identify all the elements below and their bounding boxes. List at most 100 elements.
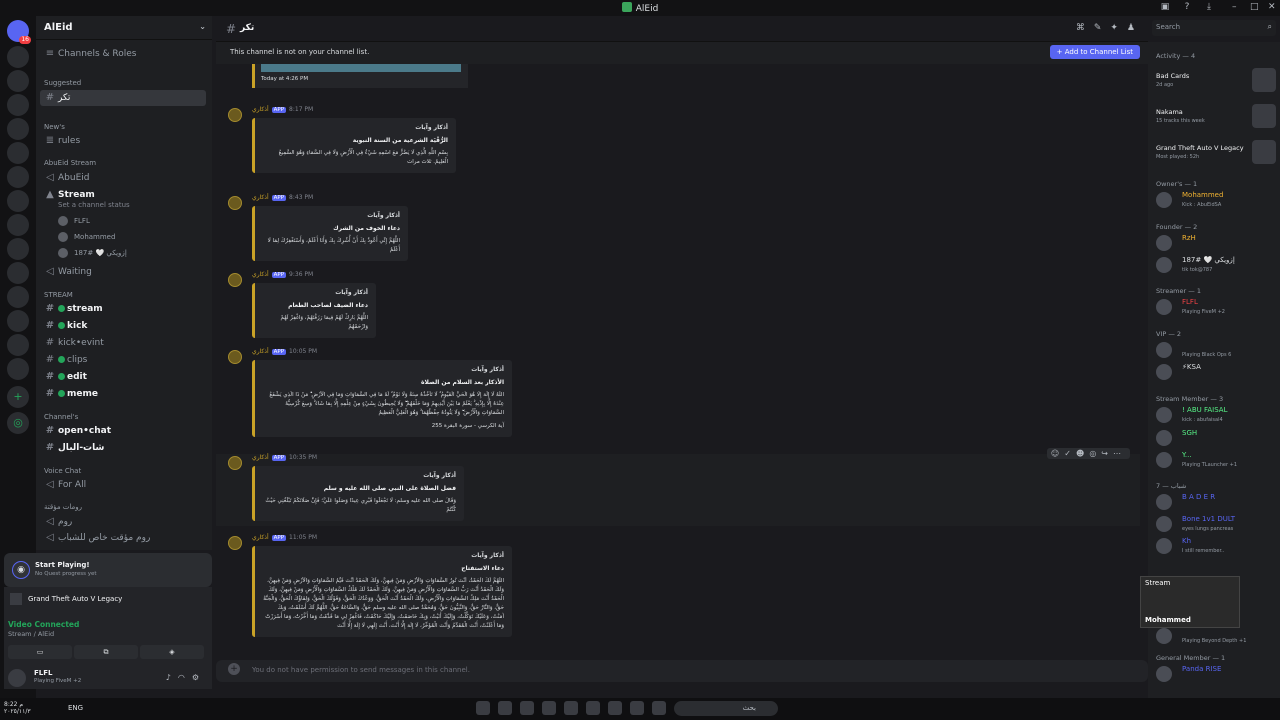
server-icon[interactable]: [7, 214, 29, 236]
server-icon[interactable]: [7, 190, 29, 212]
channel-clips[interactable]: # clips: [40, 352, 206, 368]
category-stream[interactable]: STREAM: [44, 291, 73, 299]
voice-channel-path[interactable]: Stream / AlEid: [8, 630, 54, 638]
channel-status[interactable]: Set a channel status: [58, 201, 130, 209]
member[interactable]: Kh I still remember..: [1156, 536, 1278, 558]
activity-card[interactable]: Bad Cards 2d ago: [1156, 68, 1276, 94]
channel-kick[interactable]: # kick: [40, 318, 206, 334]
member[interactable]: Bone 1v1 DULT eyes lungs pancreas: [1156, 514, 1278, 536]
add-to-channel-list-button[interactable]: + Add to Channel List: [1049, 45, 1140, 59]
server-icon[interactable]: [7, 262, 29, 284]
direct-messages-icon[interactable]: 16: [7, 20, 31, 44]
member[interactable]: Mohammed Kick : AbuEidSA: [1156, 190, 1278, 212]
member[interactable]: SGH: [1156, 428, 1278, 450]
channel-kick-evint[interactable]: # kick•evint: [40, 335, 206, 351]
server-icon[interactable]: [7, 46, 29, 68]
minimize-icon[interactable]: –: [1232, 2, 1237, 12]
threads-icon[interactable]: ⌘: [1076, 23, 1094, 33]
message[interactable]: أذكاري APP 10:05 PM أذكار وآيات الأذكار بع…: [216, 348, 1140, 448]
author-name[interactable]: أذكاري: [252, 106, 269, 113]
app-icon[interactable]: [520, 701, 534, 715]
server-icon[interactable]: [7, 286, 29, 308]
camera-button[interactable]: ▭: [8, 645, 72, 659]
language-indicator[interactable]: ENG: [68, 704, 83, 712]
screen-share-button[interactable]: ⧉: [74, 645, 138, 659]
channel-stream-text[interactable]: # stream: [40, 301, 206, 317]
voice-user[interactable]: FLFL: [58, 214, 90, 228]
author-name[interactable]: أذكاري: [252, 534, 269, 541]
add-reaction-icon[interactable]: ◎: [1089, 449, 1101, 458]
server-icon[interactable]: [7, 238, 29, 260]
app-icon[interactable]: [586, 701, 600, 715]
server-icon[interactable]: [7, 166, 29, 188]
search-input[interactable]: Search ⌕: [1152, 20, 1276, 36]
app-icon[interactable]: [564, 701, 578, 715]
server-icon[interactable]: [7, 358, 29, 380]
channel-temp-room[interactable]: ◁ روم: [40, 514, 206, 530]
emoji-icon[interactable]: ☺: [1051, 449, 1064, 458]
headset-icon[interactable]: ◠: [178, 673, 192, 682]
channel-suggested[interactable]: # تكر: [40, 90, 206, 106]
channel-open-chat[interactable]: # open•chat: [40, 423, 206, 439]
category-abueid-stream[interactable]: AbuEid Stream: [44, 159, 96, 167]
channel-meme[interactable]: # meme: [40, 386, 206, 402]
forward-icon[interactable]: ↪: [1101, 449, 1113, 458]
server-icon[interactable]: [7, 94, 29, 116]
pin-icon[interactable]: ✦: [1110, 23, 1127, 33]
gear-icon[interactable]: ⚙: [192, 673, 206, 682]
close-icon[interactable]: ✕: [1268, 2, 1276, 12]
message[interactable]: أذكاري APP 10:35 PM أذكار وآيات فضل الصلاة…: [216, 448, 1140, 526]
app-icon[interactable]: [652, 701, 666, 715]
author-name[interactable]: أذكاري: [252, 271, 269, 278]
member[interactable]: Y... Playing TLauncher +1: [1156, 450, 1278, 472]
channel-abueid[interactable]: ◁ AbuEid: [40, 170, 206, 186]
member[interactable]: Playing Black Ops 6: [1156, 340, 1278, 362]
member[interactable]: ⚡KSA: [1156, 362, 1278, 384]
taskbar-search[interactable]: بحث: [674, 701, 778, 716]
voice-user[interactable]: Mohammed: [58, 230, 115, 244]
steam-icon[interactable]: [630, 701, 644, 715]
stream-pip[interactable]: Stream Mohammed: [1140, 576, 1240, 628]
member[interactable]: Panda RISE: [1156, 664, 1278, 686]
download-icon[interactable]: ⤓: [1204, 2, 1214, 12]
message[interactable]: أذكاري APP 8:17 PM أذكار وآيات الرُّقْيَة …: [216, 106, 1140, 186]
activity-card[interactable]: Grand Theft Auto V Legacy Most played: 52…: [1156, 140, 1276, 166]
add-server-icon[interactable]: +: [7, 386, 29, 408]
activity-card[interactable]: Nakama 15 tracks this week: [1156, 104, 1276, 130]
reaction-icon[interactable]: ☻: [1076, 449, 1089, 458]
server-icon[interactable]: [7, 118, 29, 140]
activity-button[interactable]: ◈: [140, 645, 204, 659]
author-name[interactable]: أذكاري: [252, 454, 269, 461]
message[interactable]: أذكاري APP 8:43 PM أذكار وآيات دعاء الخوف …: [216, 194, 1140, 264]
member[interactable]: إزويكي 🤍 #187 tik tok@787: [1156, 255, 1278, 277]
server-header[interactable]: AlEid ⌄: [36, 16, 212, 40]
maximize-icon[interactable]: □: [1250, 2, 1259, 12]
category-temp[interactable]: رومات مؤقتة: [44, 503, 82, 511]
chrome-icon[interactable]: [608, 701, 622, 715]
inbox-icon[interactable]: ▣: [1160, 2, 1170, 12]
discover-icon[interactable]: ◎: [7, 412, 29, 434]
check-icon[interactable]: ✓: [1064, 449, 1076, 458]
clock[interactable]: 8:22 م ٢٠٢٥/١١/٣: [4, 701, 31, 715]
member[interactable]: RzH: [1156, 233, 1278, 255]
channel-shat-albal[interactable]: # شات-البال: [40, 440, 206, 456]
message[interactable]: أذكاري APP 11:05 PM أذكار وآيات دعاء الاست…: [216, 534, 1140, 654]
category-channels[interactable]: Channel's: [44, 413, 78, 421]
member[interactable]: B A D E R: [1156, 492, 1278, 514]
game-activity[interactable]: Grand Theft Auto V Legacy: [10, 593, 122, 605]
member[interactable]: ! ABU FAISAL kick : abufaisal4: [1156, 405, 1278, 427]
members-icon[interactable]: ♟: [1127, 23, 1144, 33]
more-icon[interactable]: ⋯: [1113, 449, 1126, 458]
avatar[interactable]: [8, 669, 26, 687]
server-icon[interactable]: [7, 310, 29, 332]
channel-edit[interactable]: # edit: [40, 369, 206, 385]
app-icon[interactable]: [476, 701, 490, 715]
help-icon[interactable]: ?: [1182, 2, 1192, 12]
mic-icon[interactable]: ♪: [166, 673, 178, 682]
server-icon[interactable]: [7, 334, 29, 356]
channel-rules[interactable]: ≣ rules: [40, 133, 206, 149]
server-icon[interactable]: [7, 142, 29, 164]
mute-icon[interactable]: ✎: [1094, 23, 1111, 33]
server-icon[interactable]: [7, 70, 29, 92]
channel-for-all[interactable]: ◁ For All: [40, 477, 206, 493]
